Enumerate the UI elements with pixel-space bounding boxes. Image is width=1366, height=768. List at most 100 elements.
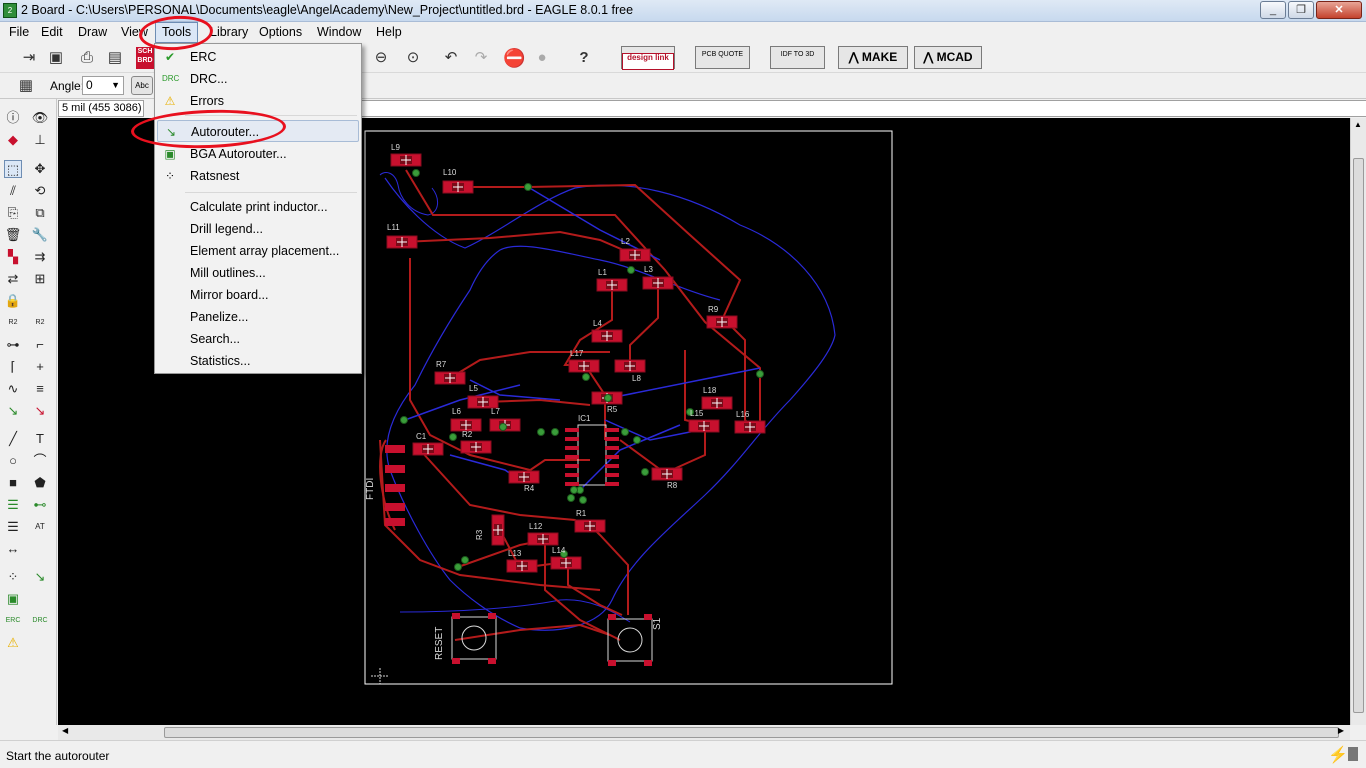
errors-tool-icon[interactable]: ⚠ (4, 634, 22, 652)
bga-tool-icon[interactable]: ▣ (4, 590, 22, 608)
grid-icon[interactable]: ▦ (15, 75, 37, 97)
text-icon[interactable]: T (31, 430, 49, 448)
menu-edit[interactable]: Edit (35, 22, 69, 43)
sch-brd-switch-icon[interactable]: SCH BRD (136, 47, 154, 69)
zoom-fit-icon[interactable]: ⊖ (370, 47, 392, 69)
hole-icon[interactable]: ☰ (4, 518, 22, 536)
vertical-scroll-thumb[interactable] (1353, 158, 1364, 713)
part-label-l13: L13 (508, 549, 522, 558)
dimension-icon[interactable]: ↔ (4, 540, 22, 558)
stop-icon[interactable]: ⛔ (503, 47, 525, 69)
horizontal-scroll-thumb[interactable] (164, 727, 1339, 738)
name-icon[interactable]: R2 (4, 314, 22, 332)
rotate-icon[interactable]: ⟲ (31, 182, 49, 200)
attribute-icon[interactable]: AT (31, 518, 49, 536)
pcb-quote-button[interactable]: PCB QUOTE (695, 46, 750, 69)
via (551, 428, 559, 436)
replace-icon[interactable]: ⇉ (31, 248, 49, 266)
arc-icon[interactable]: ⌒ (31, 452, 49, 470)
menu-item-mirror-board[interactable]: Mirror board... (157, 284, 359, 306)
autorouter-tool-icon[interactable]: ↘ (31, 568, 49, 586)
optimize-icon[interactable]: ⌈ (4, 358, 22, 376)
menu-help[interactable]: Help (370, 22, 408, 43)
mirror-icon[interactable]: ⫽ (4, 182, 22, 200)
redo-icon[interactable]: ↷ (470, 47, 492, 69)
miter-icon[interactable]: ⌐ (31, 336, 49, 354)
maximize-button[interactable]: ❐ (1288, 1, 1314, 19)
menu-item-search[interactable]: Search... (157, 328, 359, 350)
polygon-icon[interactable]: ⬟ (31, 474, 49, 492)
scroll-up-icon[interactable]: ▲ (1354, 120, 1362, 129)
menu-item-statistics[interactable]: Statistics... (157, 350, 359, 372)
menu-item-errors[interactable]: ⚠ Errors (157, 90, 359, 112)
print-icon[interactable]: ⎙ (76, 47, 98, 69)
open-icon[interactable]: ⇥ (18, 47, 40, 69)
menu-options[interactable]: Options (253, 22, 308, 43)
ratsnest-tool-icon[interactable]: ⁘ (4, 568, 22, 586)
signal-icon[interactable]: ⊷ (31, 496, 49, 514)
lock-icon[interactable]: 🔒 (4, 292, 22, 310)
menu-item-element-array-placement[interactable]: Element array placement... (157, 240, 359, 262)
part-label-l9: L9 (391, 143, 400, 152)
zoom-select-icon[interactable]: ⊙ (402, 47, 424, 69)
close-button[interactable]: ✕ (1316, 1, 1362, 19)
show-icon[interactable]: 👁 (31, 109, 49, 127)
smash-icon[interactable]: + (31, 358, 49, 376)
rectangle-icon[interactable]: ■ (4, 474, 22, 492)
menu-item-ratsnest[interactable]: ⁘ Ratsnest (157, 165, 359, 187)
scroll-left-icon[interactable]: ◀ (62, 726, 68, 735)
vertical-scrollbar[interactable]: ▲ (1350, 118, 1366, 725)
ripup-icon[interactable]: ↘ (31, 402, 49, 420)
text-orientation-button[interactable]: Abc (131, 76, 153, 95)
idf-to-3d-button[interactable]: IDF TO 3D (770, 46, 825, 69)
menu-item-calculate-print-inductor[interactable]: Calculate print inductor... (157, 196, 359, 218)
undo-icon[interactable]: ↶ (440, 47, 462, 69)
split-icon[interactable]: ⊶ (4, 336, 22, 354)
info-icon[interactable]: ⓘ (4, 109, 22, 127)
menu-item-drill-legend[interactable]: Drill legend... (157, 218, 359, 240)
go-icon[interactable]: ● (531, 47, 553, 69)
layer-settings-icon[interactable]: ◆ (4, 131, 22, 149)
route-diff-icon[interactable]: ≡ (31, 380, 49, 398)
move-icon[interactable]: ✥ (31, 160, 49, 178)
scroll-right-icon[interactable]: ▶ (1338, 726, 1344, 735)
angle-select[interactable]: 0 ▼ (82, 76, 124, 95)
mcad-button[interactable]: ⋀ MCAD (914, 46, 982, 69)
copy-icon[interactable]: ⎘ (4, 204, 22, 222)
menu-item-mill-outlines[interactable]: Mill outlines... (157, 262, 359, 284)
menu-file[interactable]: File (3, 22, 35, 43)
change-icon[interactable]: 🔧 (31, 226, 49, 244)
via-icon[interactable]: ☰ (4, 496, 22, 514)
paste-icon[interactable]: ⧉ (31, 204, 49, 222)
cam-icon[interactable]: ▤ (104, 47, 126, 69)
wire-icon[interactable]: ╱ (4, 430, 22, 448)
component-r9 (706, 315, 738, 329)
select-icon[interactable]: ⬚ (4, 160, 22, 178)
erc-tool-icon[interactable]: ERC (4, 612, 22, 630)
add-icon[interactable]: ▚ (4, 248, 22, 266)
value-icon[interactable]: R2 (31, 314, 49, 332)
route-icon[interactable]: ↘ (4, 402, 22, 420)
part-label-r2: R2 (462, 430, 473, 439)
save-icon[interactable]: ▣ (45, 47, 67, 69)
group-icon[interactable]: ⊞ (31, 270, 49, 288)
horizontal-scrollbar[interactable]: ◀ ▶ (58, 725, 1350, 740)
menu-item-panelize[interactable]: Panelize... (157, 306, 359, 328)
drc-tool-icon[interactable]: DRC (31, 612, 49, 630)
make-button[interactable]: ⋀ MAKE (838, 46, 908, 69)
delete-icon[interactable]: 🗑 (4, 226, 22, 244)
meander-icon[interactable]: ∿ (4, 380, 22, 398)
circle-icon[interactable]: ○ (4, 452, 22, 470)
menu-item-erc[interactable]: ✔ ERC (157, 46, 359, 68)
part-label-r5: R5 (607, 405, 618, 414)
swap-icon[interactable]: ⇄ (4, 270, 22, 288)
menu-draw[interactable]: Draw (72, 22, 113, 43)
minimize-button[interactable]: _ (1260, 1, 1286, 19)
menu-item-drc[interactable]: DRC DRC... (157, 68, 359, 90)
mark-icon[interactable]: ⊥ (31, 131, 49, 149)
help-icon[interactable]: ? (573, 47, 595, 69)
design-link-button[interactable]: design link (621, 46, 675, 70)
command-line-input[interactable] (202, 100, 1366, 117)
menu-window[interactable]: Window (311, 22, 367, 43)
part-label-r3: R3 (475, 529, 484, 540)
